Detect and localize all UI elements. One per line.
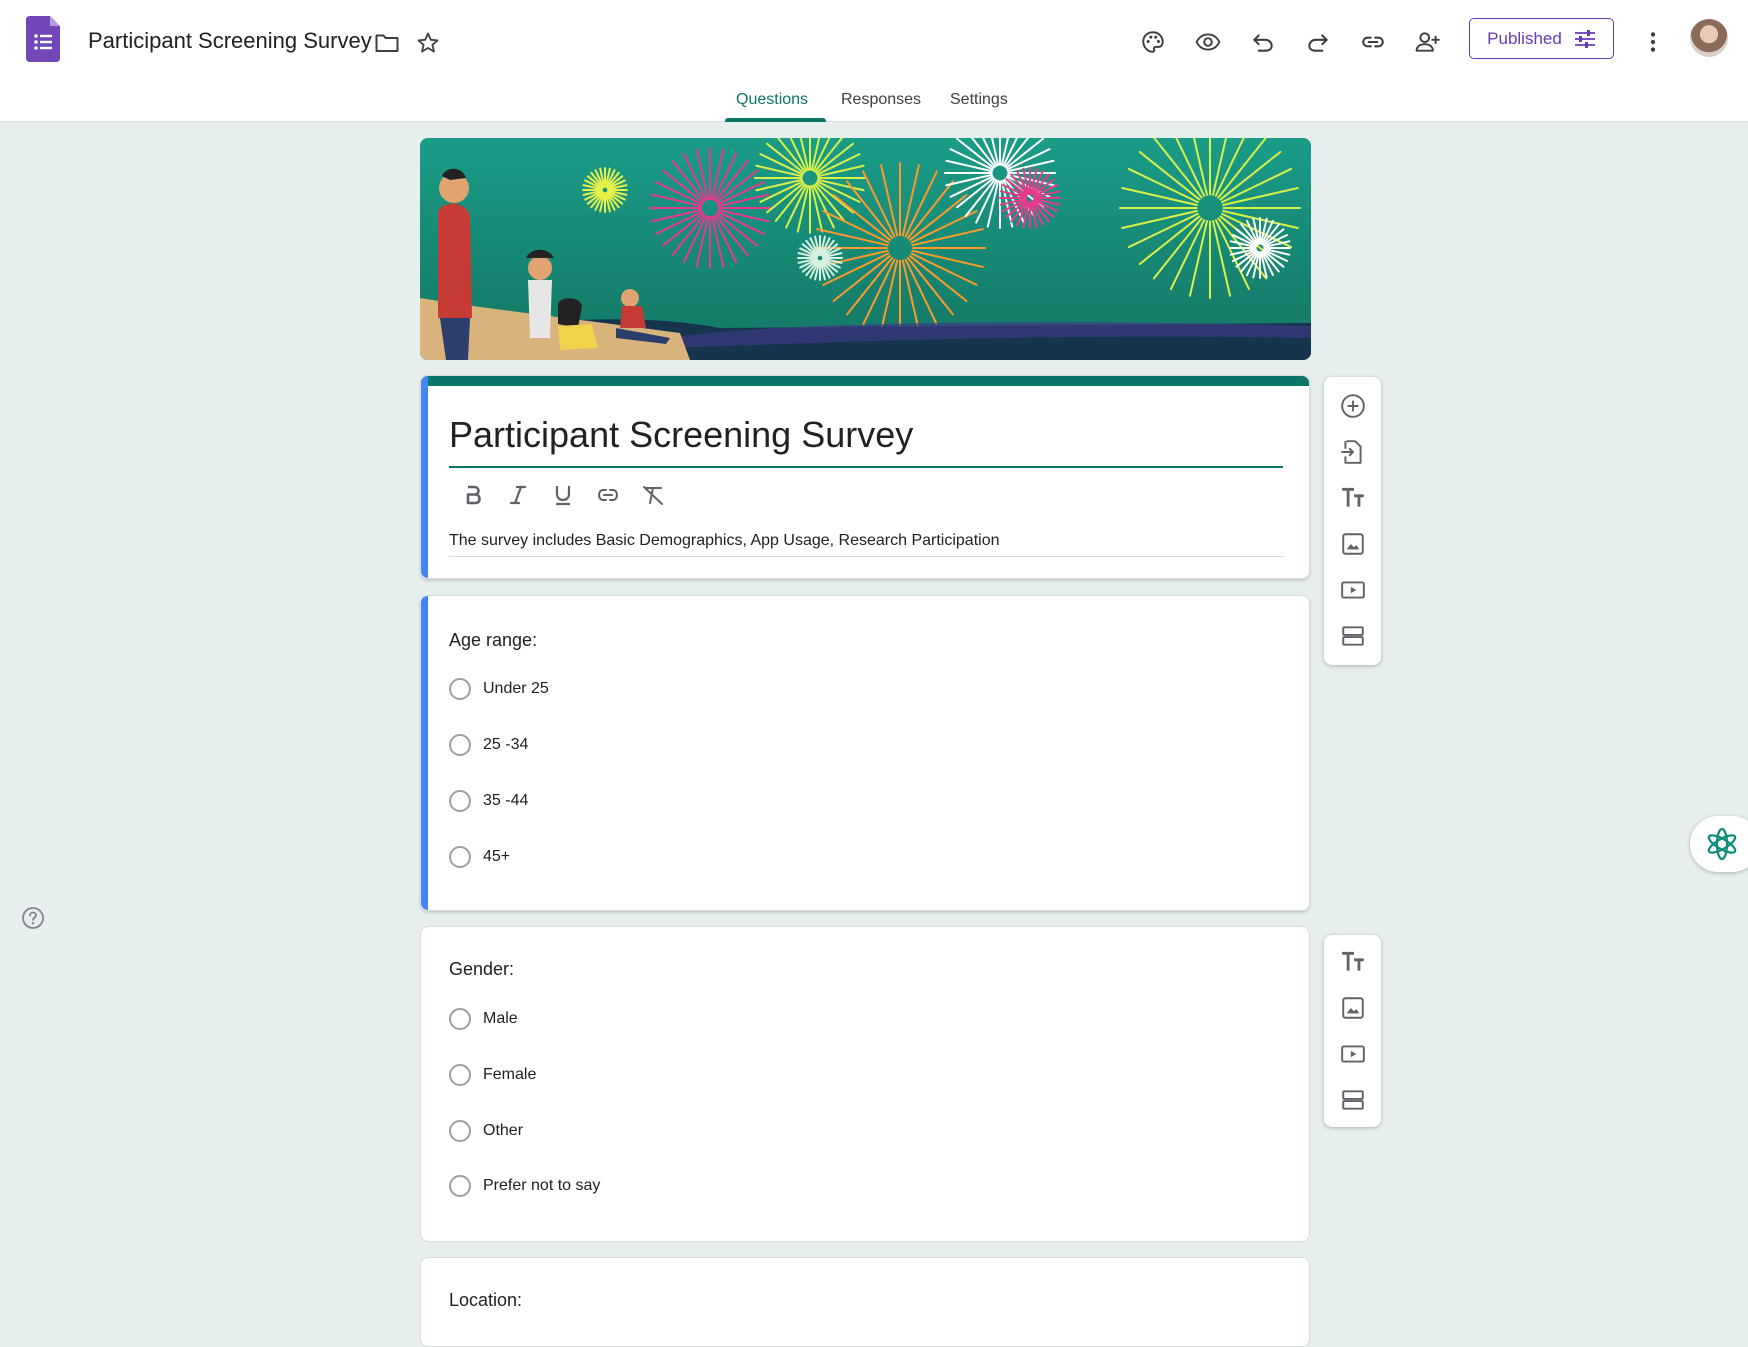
radio-option-prefer-not-to-say[interactable]: Prefer not to say xyxy=(449,1175,600,1197)
top-bar: Participant Screening Survey Published Q… xyxy=(0,0,1748,122)
radio-option-25-34[interactable]: 25 -34 xyxy=(449,734,528,756)
add-collaborator-icon[interactable] xyxy=(1408,22,1448,62)
focus-indicator xyxy=(421,376,428,578)
option-label: Male xyxy=(483,1010,518,1027)
option-label: Prefer not to say xyxy=(483,1177,601,1194)
active-tab-indicator xyxy=(725,118,826,122)
option-label: Under 25 xyxy=(483,680,549,697)
option-label: Female xyxy=(483,1066,537,1083)
add-image-icon[interactable] xyxy=(1324,985,1381,1031)
option-label: 35 -44 xyxy=(483,792,529,809)
add-question-icon[interactable] xyxy=(1324,383,1381,429)
radio-option-under-25[interactable]: Under 25 xyxy=(449,678,549,700)
underline-icon[interactable] xyxy=(545,478,581,512)
add-video-icon[interactable] xyxy=(1324,567,1381,613)
star-icon[interactable] xyxy=(415,30,441,56)
redo-icon[interactable] xyxy=(1298,22,1338,62)
ai-spark-icon xyxy=(1707,827,1737,861)
tab-questions[interactable]: Questions xyxy=(736,91,808,109)
published-label: Published xyxy=(1487,28,1562,48)
form-description[interactable]: The survey includes Basic Demographics, … xyxy=(449,532,1000,550)
document-title[interactable]: Participant Screening Survey xyxy=(88,28,372,54)
clear-format-icon[interactable] xyxy=(635,478,671,512)
add-section-icon[interactable] xyxy=(1324,613,1381,659)
tab-responses[interactable]: Responses xyxy=(841,91,921,109)
radio-option-45-plus[interactable]: 45+ xyxy=(449,846,510,868)
question-title[interactable]: Gender: xyxy=(449,959,514,980)
question-card-location[interactable]: Location: xyxy=(420,1257,1310,1347)
title-underline xyxy=(449,466,1283,468)
question-card-gender[interactable]: Gender: Male Female Other Prefer not to … xyxy=(420,926,1310,1242)
avatar[interactable] xyxy=(1690,19,1728,57)
radio-button[interactable] xyxy=(449,1008,471,1030)
undo-icon[interactable] xyxy=(1243,22,1283,62)
tab-settings[interactable]: Settings xyxy=(950,91,1008,109)
question-title[interactable]: Location: xyxy=(449,1290,522,1311)
google-forms-logo-icon[interactable] xyxy=(26,16,60,62)
add-title-icon[interactable] xyxy=(1324,939,1381,985)
question-card-age-range[interactable]: Age range: Under 25 25 -34 35 -44 45+ xyxy=(420,595,1310,911)
radio-button[interactable] xyxy=(449,1120,471,1142)
floating-toolbar xyxy=(1324,377,1381,665)
option-label: 45+ xyxy=(483,848,511,865)
form-header-card[interactable]: Participant Screening Survey The survey … xyxy=(420,375,1310,579)
move-to-folder-icon[interactable] xyxy=(374,30,400,56)
option-label: Other xyxy=(483,1122,524,1139)
radio-button[interactable] xyxy=(449,846,471,868)
add-title-icon[interactable] xyxy=(1324,475,1381,521)
header-banner-image xyxy=(420,138,1311,360)
ai-assist-button[interactable] xyxy=(1690,816,1748,872)
radio-option-female[interactable]: Female xyxy=(449,1064,536,1086)
question-title[interactable]: Age range: xyxy=(449,630,537,651)
radio-button[interactable] xyxy=(449,734,471,756)
add-section-icon[interactable] xyxy=(1324,1077,1381,1123)
palette-icon[interactable] xyxy=(1133,22,1173,62)
description-underline xyxy=(449,556,1283,557)
radio-option-other[interactable]: Other xyxy=(449,1120,523,1142)
add-image-icon[interactable] xyxy=(1324,521,1381,567)
more-vert-icon[interactable] xyxy=(1633,22,1673,62)
focus-indicator xyxy=(421,596,428,910)
floating-toolbar-secondary xyxy=(1324,935,1381,1127)
publish-settings-icon xyxy=(1574,29,1595,48)
theme-accent-bar xyxy=(421,376,1309,386)
radio-button[interactable] xyxy=(449,1175,471,1197)
link-icon[interactable] xyxy=(1353,22,1393,62)
radio-button[interactable] xyxy=(449,678,471,700)
italic-icon[interactable] xyxy=(500,478,536,512)
tab-bar: Questions Responses Settings xyxy=(0,86,1748,122)
insert-link-icon[interactable] xyxy=(590,478,626,512)
radio-option-male[interactable]: Male xyxy=(449,1008,518,1030)
import-questions-icon[interactable] xyxy=(1324,429,1381,475)
radio-button[interactable] xyxy=(449,1064,471,1086)
add-video-icon[interactable] xyxy=(1324,1031,1381,1077)
published-button[interactable]: Published xyxy=(1469,18,1614,59)
radio-button[interactable] xyxy=(449,790,471,812)
option-label: 25 -34 xyxy=(483,736,529,753)
bold-icon[interactable] xyxy=(455,478,491,512)
radio-option-35-44[interactable]: 35 -44 xyxy=(449,790,528,812)
preview-eye-icon[interactable] xyxy=(1188,22,1228,62)
help-icon[interactable] xyxy=(21,906,45,930)
form-title[interactable]: Participant Screening Survey xyxy=(449,414,913,456)
